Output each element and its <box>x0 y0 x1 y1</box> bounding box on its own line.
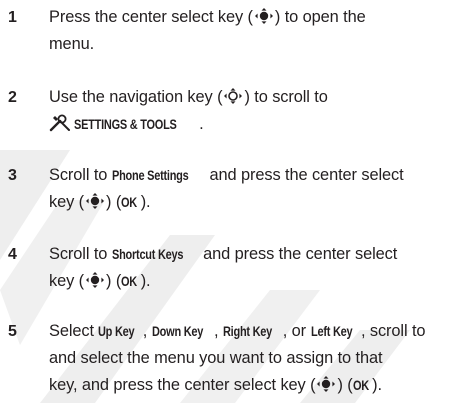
menu-item-phone-settings: Phone Settings <box>111 168 189 183</box>
center-select-key-icon <box>84 193 106 209</box>
menu-name: SETTINGS & TOOLS <box>74 117 177 132</box>
left-key-label: Left Key <box>310 324 353 339</box>
step-number: 1 <box>8 9 17 26</box>
center-select-key-icon <box>84 272 106 288</box>
step-number: 3 <box>8 167 17 184</box>
step-text: Scroll to Shortcut Keys and press the ce… <box>49 241 445 295</box>
menu-item-shortcut-keys: Shortcut Keys <box>111 247 184 262</box>
step-number: 5 <box>8 323 17 340</box>
step-text: Scroll to Phone Settings and press the c… <box>49 162 445 216</box>
step-text: Select Up Key, Down Key, Right Key, or L… <box>49 318 445 399</box>
center-select-key-icon <box>315 376 337 392</box>
step-number: 2 <box>8 89 17 106</box>
step-text: Press the center select key () to open t… <box>49 8 366 53</box>
settings-tools-icon <box>49 114 71 132</box>
up-key-label: Up Key <box>98 324 135 339</box>
right-key-label: Right Key <box>222 324 272 339</box>
navigation-key-icon <box>222 88 244 104</box>
center-select-key-icon <box>253 8 275 24</box>
ok-key-label: OK <box>121 274 138 289</box>
step-text: Use the navigation key () to scroll to S… <box>49 84 445 138</box>
down-key-label: Down Key <box>151 324 203 339</box>
step-number: 4 <box>8 246 17 263</box>
ok-key-label: OK <box>352 378 369 393</box>
ok-key-label: OK <box>121 195 138 210</box>
